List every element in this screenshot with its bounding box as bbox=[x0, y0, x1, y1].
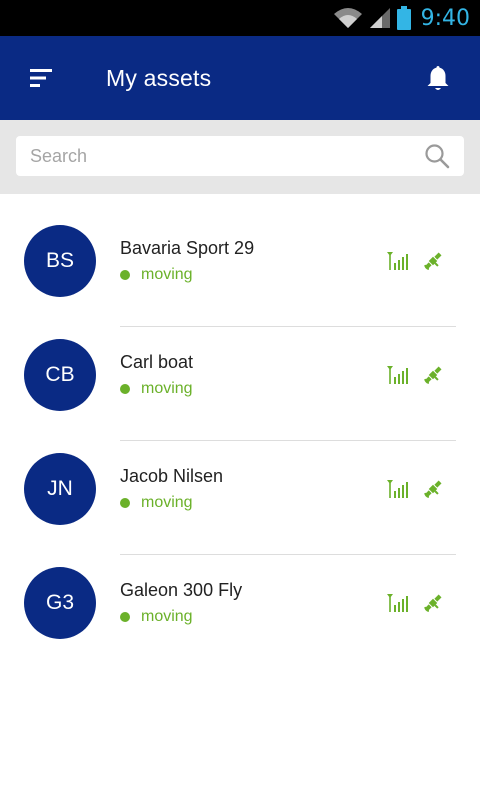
status-dot-icon bbox=[120, 270, 130, 280]
asset-list: BS Bavaria Sport 29 moving CB Carl boat … bbox=[0, 194, 480, 669]
asset-name: Jacob Nilsen bbox=[120, 466, 224, 486]
list-item[interactable]: BS Bavaria Sport 29 moving bbox=[0, 213, 480, 327]
status-bar: 9:40 bbox=[0, 0, 480, 36]
signal-strength-icon bbox=[387, 480, 408, 498]
status-time: 9:40 bbox=[420, 5, 470, 31]
filter-menu-button[interactable] bbox=[0, 36, 82, 120]
asset-info: Carl boat moving bbox=[120, 352, 386, 398]
asset-info: Bavaria Sport 29 moving bbox=[120, 238, 386, 284]
search-icon[interactable] bbox=[424, 143, 450, 169]
avatar: G3 bbox=[24, 567, 96, 639]
avatar: JN bbox=[24, 453, 96, 525]
app-bar: My assets bbox=[0, 36, 480, 120]
status-label: moving bbox=[141, 266, 193, 283]
asset-status: moving bbox=[120, 380, 386, 398]
asset-name: Carl boat bbox=[120, 352, 194, 372]
status-label: moving bbox=[141, 608, 193, 625]
wifi-icon bbox=[333, 7, 363, 29]
notifications-button[interactable] bbox=[396, 36, 480, 120]
asset-info: Galeon 300 Fly moving bbox=[120, 580, 386, 626]
status-label: moving bbox=[141, 380, 193, 397]
search-input[interactable] bbox=[30, 145, 424, 167]
list-item[interactable]: G3 Galeon 300 Fly moving bbox=[0, 555, 480, 669]
search-box bbox=[16, 136, 464, 176]
asset-indicators bbox=[386, 592, 444, 614]
page-title: My assets bbox=[106, 64, 212, 91]
battery-icon bbox=[396, 6, 411, 30]
filter-menu-icon bbox=[30, 69, 52, 87]
avatar: BS bbox=[24, 225, 96, 297]
satellite-icon bbox=[424, 480, 442, 498]
status-label: moving bbox=[141, 494, 193, 511]
avatar: CB bbox=[24, 339, 96, 411]
signal-strength-icon bbox=[387, 594, 408, 612]
asset-name: Bavaria Sport 29 bbox=[120, 238, 255, 258]
asset-indicators bbox=[386, 478, 444, 500]
status-dot-icon bbox=[120, 384, 130, 394]
bell-icon bbox=[427, 66, 449, 90]
asset-status: moving bbox=[120, 494, 386, 512]
cell-signal-icon bbox=[369, 7, 391, 29]
asset-info: Jacob Nilsen moving bbox=[120, 466, 386, 512]
list-item[interactable]: CB Carl boat moving bbox=[0, 327, 480, 441]
satellite-icon bbox=[424, 366, 442, 384]
status-dot-icon bbox=[120, 498, 130, 508]
satellite-icon bbox=[424, 594, 442, 612]
asset-indicators bbox=[386, 364, 444, 386]
asset-name: Galeon 300 Fly bbox=[120, 580, 243, 600]
search-bar bbox=[0, 120, 480, 194]
list-item[interactable]: JN Jacob Nilsen moving bbox=[0, 441, 480, 555]
asset-status: moving bbox=[120, 608, 386, 626]
satellite-icon bbox=[424, 252, 442, 270]
signal-strength-icon bbox=[387, 252, 408, 270]
asset-status: moving bbox=[120, 266, 386, 284]
status-dot-icon bbox=[120, 612, 130, 622]
asset-indicators bbox=[386, 250, 444, 272]
signal-strength-icon bbox=[387, 366, 408, 384]
